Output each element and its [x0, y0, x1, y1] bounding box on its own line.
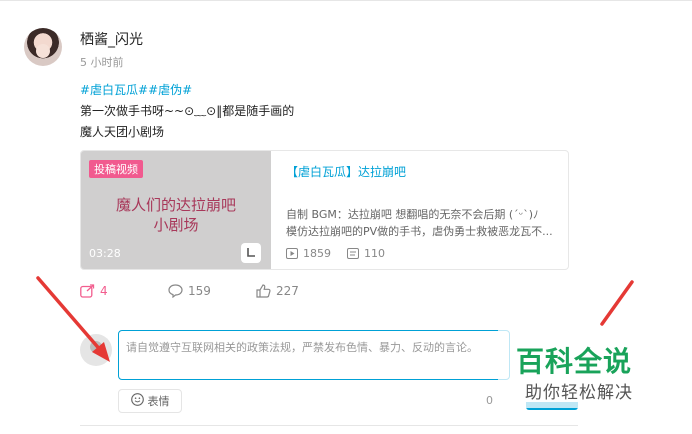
- video-badge: 投稿视频: [89, 160, 143, 178]
- play-icon: [286, 248, 298, 259]
- like-count: 227: [276, 284, 299, 298]
- danmaku-count: 110: [364, 247, 385, 260]
- comment-button[interactable]: 159: [168, 284, 256, 298]
- video-desc-line2: 模仿达拉崩吧的PV做的手书，虐伪勇士救被恶龙瓦不...: [286, 225, 553, 238]
- cover-title-line1: 魔人们的达拉崩吧: [115, 196, 236, 214]
- watermark-sub: 助你轻松解决: [525, 383, 633, 403]
- share-count: 4: [100, 284, 108, 298]
- emoji-label: 表情: [147, 395, 170, 408]
- username[interactable]: 栖酱_闪光: [80, 29, 143, 49]
- post-text-line1: 第一次做手书呀~~⊙﹏⊙‖都是随手画的: [80, 104, 295, 118]
- post-tags[interactable]: #虐白瓦瓜##虐伪#: [80, 81, 192, 98]
- post-text-line2: 魔人天团小剧场: [80, 125, 165, 139]
- comment-count: 159: [188, 284, 211, 298]
- char-count: 0: [486, 394, 493, 407]
- post-actions: 4 159 227: [80, 284, 299, 298]
- danmaku-stat: 110: [347, 247, 385, 260]
- play-stat: 1859: [286, 247, 331, 260]
- like-button[interactable]: 227: [256, 284, 299, 298]
- video-cover[interactable]: 投稿视频 魔人们的达拉崩吧 小剧场 03:28: [81, 151, 271, 269]
- right-red-arrow: [600, 280, 634, 326]
- mini-player-icon[interactable]: [241, 243, 261, 263]
- share-button[interactable]: 4: [80, 284, 168, 298]
- comment-placeholder: 请自觉遵守互联网相关的政策法规，严禁发布色情、暴力、反动的言论。: [126, 341, 478, 354]
- share-icon: [80, 284, 95, 298]
- danmaku-icon: [347, 248, 359, 259]
- post-time: 5 小时前: [80, 56, 124, 69]
- play-count: 1859: [303, 247, 331, 260]
- video-title[interactable]: 【虐白瓦瓜】达拉崩吧: [286, 163, 406, 180]
- like-icon: [256, 284, 271, 298]
- video-card[interactable]: 投稿视频 魔人们的达拉崩吧 小剧场 03:28 【虐白瓦瓜】达拉崩吧 自制 BG…: [80, 150, 569, 270]
- emoji-icon: [130, 393, 144, 409]
- cover-title-line2: 小剧场: [153, 216, 199, 234]
- top-divider: [0, 0, 692, 1]
- video-desc-line1: 自制 BGM：达拉崩吧 想翻唱的无奈不会后期 (´ᵕ`)ﾉ: [286, 208, 539, 221]
- emoji-button[interactable]: 表情: [118, 389, 182, 413]
- my-avatar: [80, 334, 112, 366]
- watermark-main: 百科全说: [516, 345, 633, 378]
- video-stats: 1859 110: [286, 247, 385, 260]
- comment-input[interactable]: 请自觉遵守互联网相关的政策法规，严禁发布色情、暴力、反动的言论。: [118, 330, 510, 380]
- comment-icon: [168, 284, 183, 298]
- video-duration: 03:28: [89, 247, 121, 260]
- user-avatar[interactable]: [24, 28, 62, 66]
- bottom-divider: [80, 425, 578, 426]
